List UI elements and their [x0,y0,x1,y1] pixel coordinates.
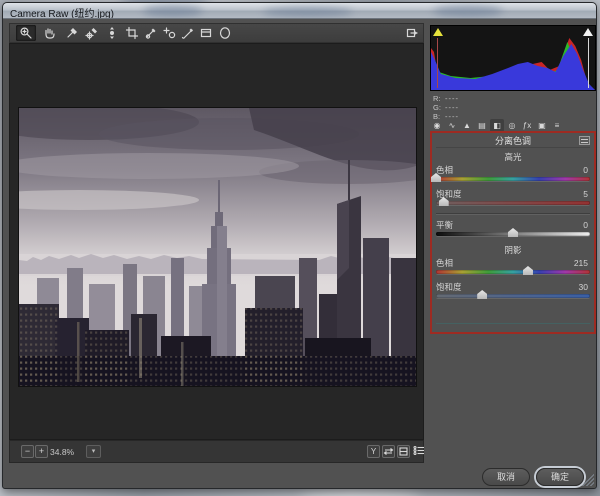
eyedropper-icon [65,26,79,40]
preview-status-bar: − + 34.8% ▾ Y [9,440,424,463]
window-title: Camera Raw (纽约.jpg) [10,9,114,19]
hand-icon [42,26,56,40]
white-balance-tool-button[interactable] [62,25,82,41]
slider-value[interactable]: 0 [583,220,590,231]
swap-icon [383,448,394,459]
panel-bottom-divider [436,323,590,324]
histogram[interactable] [430,25,596,91]
slider-value[interactable]: 5 [583,189,590,200]
resize-grip[interactable] [582,474,594,486]
slider-label: 色相 [436,165,454,175]
graduated-filter-icon [199,26,213,40]
zoom-tool-button[interactable] [16,25,36,41]
slider-track[interactable] [436,266,590,275]
r-value-row: R: ---- [433,94,459,103]
zoom-level-dropdown[interactable]: ▾ [86,445,101,458]
panel-title: 分离色调 [494,136,531,146]
copy-settings-icon [398,447,409,459]
slider-label: 平衡 [436,220,454,230]
shadows-saturation-slider: 饱和度 30 [436,282,590,299]
hand-tool-button[interactable] [39,25,59,41]
toggle-fullscreen-button[interactable] [402,25,422,41]
swap-before-after-button[interactable] [382,445,395,458]
shadows-section-label: 阴影 [504,245,522,255]
photo-preview [19,108,416,386]
g-value-row: G: ---- [433,103,459,112]
copy-settings-button[interactable] [397,445,410,458]
color-sampler-tool-button[interactable] [82,25,102,41]
slider-label: 饱和度 [436,282,462,292]
slider-value[interactable]: 215 [574,258,590,269]
graduated-filter-tool-button[interactable] [196,25,216,41]
zoom-icon [19,26,33,40]
red-eye-icon [163,26,177,40]
menu-lines-icon [412,445,425,458]
split-toning-panel-header: 分离色调 [436,134,590,148]
titlebar[interactable]: Camera Raw (纽约.jpg) [3,3,596,19]
radial-filter-icon [218,26,232,40]
shadows-hue-slider: 色相 215 [436,258,590,275]
shadow-clip-line [437,38,438,88]
highlights-hue-slider: 色相 0 [431,165,590,182]
zoom-out-button[interactable]: − [21,445,34,458]
highlights-saturation-slider: 饱和度 5 [436,189,590,206]
shadow-clipping-warning[interactable] [433,28,443,36]
cancel-button[interactable]: 取消 [482,468,530,486]
red-eye-tool-button[interactable] [160,25,180,41]
slider-track[interactable] [436,197,590,206]
spot-removal-icon [144,26,158,40]
annotation-red-rectangle: 分离色调 高光 色相 0 饱和度 5 平衡 0 阴影 色相 215 饱和度 30 [430,131,596,334]
slider-value[interactable]: 30 [579,282,590,293]
adjustment-brush-tool-button[interactable] [178,25,198,41]
highlight-clip-line [588,38,589,88]
adjustment-brush-icon [181,26,195,40]
tool-strip [9,23,424,43]
panel-menu-icon[interactable] [579,136,590,145]
ok-button[interactable]: 确定 [536,468,584,486]
slider-label: 饱和度 [436,189,462,199]
highlight-clipping-warning[interactable] [583,28,593,36]
color-sampler-icon [85,26,99,40]
toggle-fullscreen-icon [405,26,419,40]
image-preview-area[interactable] [9,43,424,440]
rgb-readout: R: ---- G: ---- B: ---- [433,94,459,121]
slider-value[interactable]: 0 [583,165,590,176]
crop-tool-button[interactable] [122,25,142,41]
camera-raw-dialog: Camera Raw (纽约.jpg) − + 34.8% ▾ Y R: ---… [2,2,597,489]
zoom-in-button[interactable]: + [35,445,48,458]
radial-filter-tool-button[interactable] [215,25,235,41]
slider-track[interactable] [436,290,590,299]
section-divider [436,213,590,215]
slider-track[interactable] [436,228,590,237]
slider-track[interactable] [431,173,590,182]
spot-removal-tool-button[interactable] [141,25,161,41]
before-after-toggle-button[interactable]: Y [367,445,380,458]
crop-icon [125,26,139,40]
highlights-section-label: 高光 [504,152,522,162]
histogram-canvas [431,38,595,90]
balance-slider: 平衡 0 [436,220,590,237]
slider-label: 色相 [436,258,454,268]
zoom-level-value: 34.8% [50,447,75,457]
targeted-adjustment-icon [105,26,119,40]
nyc-skyline-illustration [19,108,416,386]
targeted-adjustment-tool-button[interactable] [102,25,122,41]
preview-preferences-button[interactable] [412,445,425,458]
